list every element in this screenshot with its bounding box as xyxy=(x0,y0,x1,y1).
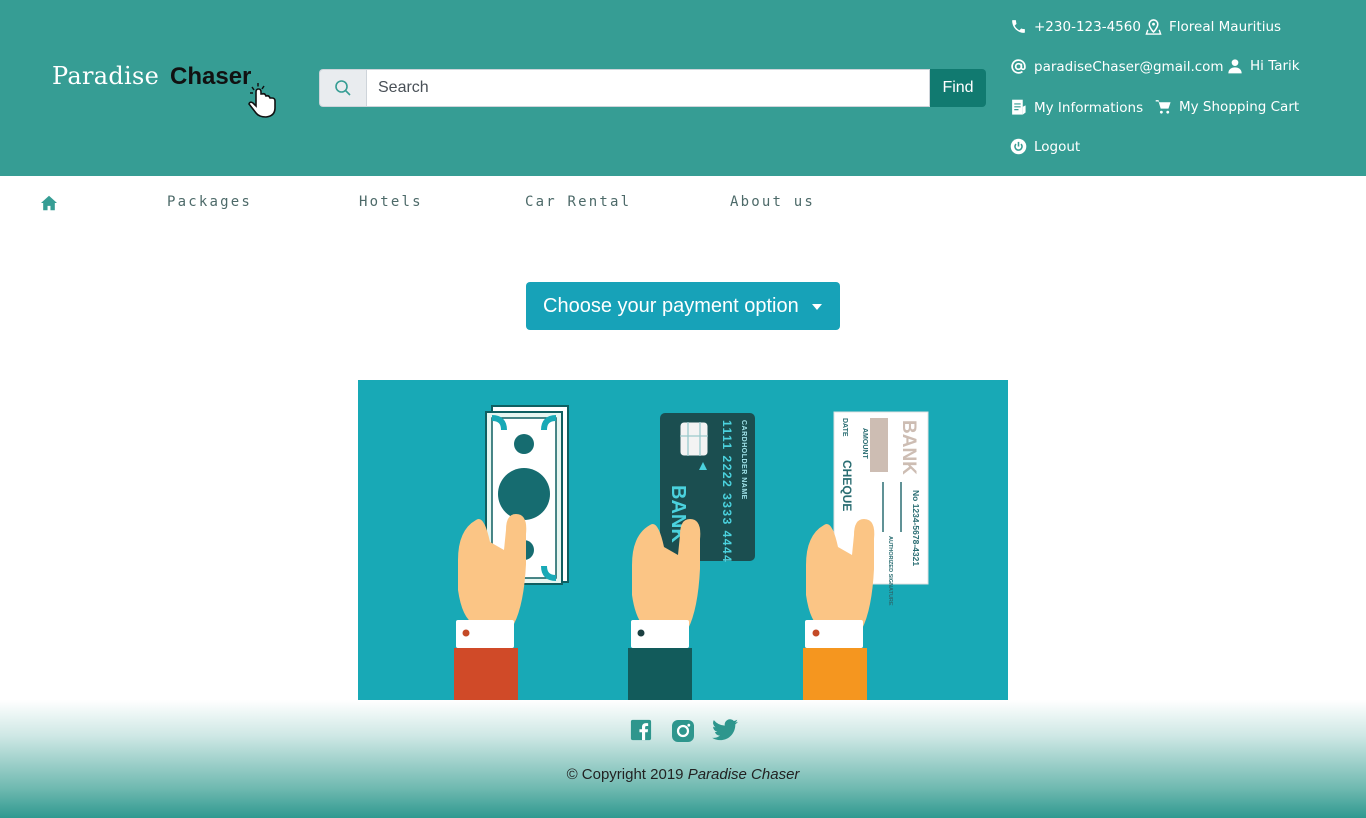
my-informations-text: My Informations xyxy=(1034,99,1144,116)
payment-methods-illustration: 1111 2222 3333 4444 CARDHOLDER NAME BANK… xyxy=(358,380,1008,700)
cheque-title: CHEQUE xyxy=(840,460,854,511)
document-icon xyxy=(1012,99,1026,115)
shopping-cart-link[interactable]: My Shopping Cart xyxy=(1155,98,1299,115)
shopping-cart-text: My Shopping Cart xyxy=(1179,98,1300,115)
search-icon xyxy=(319,69,366,107)
phone-info: +230-123-4560 xyxy=(1010,18,1141,35)
twitter-icon[interactable] xyxy=(712,719,738,741)
payment-option-dropdown[interactable]: Choose your payment option xyxy=(526,282,840,330)
copyright: © Copyright 2019 Paradise Chaser xyxy=(0,766,1366,783)
cheque-date: DATE xyxy=(841,418,848,437)
map-pin-icon xyxy=(1145,19,1162,35)
location-text: Floreal Mauritius xyxy=(1169,19,1282,35)
user-greeting[interactable]: Hi Tarik xyxy=(1227,58,1300,74)
logout-link[interactable]: Logout xyxy=(1010,138,1080,155)
email-info[interactable]: paradiseChaser@gmail.com xyxy=(1010,58,1224,75)
cheque-signature: AUTHORIZED SIGNATURE xyxy=(887,536,893,606)
pointer-hand-icon xyxy=(248,83,276,118)
facebook-icon[interactable] xyxy=(630,719,652,741)
footer: © Copyright 2019 Paradise Chaser xyxy=(0,700,1366,818)
user-icon xyxy=(1228,59,1242,74)
phone-text: +230-123-4560 xyxy=(1034,18,1141,35)
caret-down-icon xyxy=(812,304,822,310)
copyright-prefix: © Copyright 2019 xyxy=(566,766,684,783)
location-info: Floreal Mauritius xyxy=(1145,18,1281,36)
nav-packages[interactable]: Packages xyxy=(167,194,252,210)
nav-car-rental[interactable]: Car Rental xyxy=(525,194,631,210)
cart-icon xyxy=(1155,100,1171,114)
logo[interactable]: Paradise Chaser xyxy=(52,62,292,120)
greeting-text: Hi Tarik xyxy=(1250,58,1300,74)
card-holder: CARDHOLDER NAME xyxy=(740,420,747,500)
email-text: paradiseChaser@gmail.com xyxy=(1034,58,1224,75)
search-bar: Find xyxy=(319,69,986,107)
card-number: 1111 2222 3333 4444 xyxy=(720,420,734,563)
search-input[interactable] xyxy=(366,69,930,107)
copyright-name: Paradise Chaser xyxy=(687,766,800,783)
cheque-amount: AMOUNT xyxy=(861,428,868,459)
instagram-icon[interactable] xyxy=(671,719,695,743)
nav-about-us[interactable]: About us xyxy=(730,194,815,210)
at-sign-icon xyxy=(1011,59,1026,74)
find-button[interactable]: Find xyxy=(930,69,986,107)
cheque-number: No 1234-5678-4321 xyxy=(911,490,921,566)
logo-text-chaser: Chaser xyxy=(170,63,252,90)
logout-text: Logout xyxy=(1034,138,1081,155)
phone-icon xyxy=(1012,20,1025,33)
my-informations-link[interactable]: My Informations xyxy=(1010,98,1143,117)
payment-dropdown-label: Choose your payment option xyxy=(543,294,799,317)
logo-text-paradise: Paradise xyxy=(52,62,160,90)
cheque-bank: BANK xyxy=(898,420,919,475)
credit-card-icon: 1111 2222 3333 4444 CARDHOLDER NAME BANK xyxy=(660,413,755,563)
header: Paradise Chaser Find +230-123-4560 Flore… xyxy=(0,0,1366,176)
home-icon[interactable] xyxy=(40,195,58,211)
power-icon xyxy=(1010,138,1027,155)
nav-hotels[interactable]: Hotels xyxy=(359,194,423,210)
main-nav: Packages Hotels Car Rental About us xyxy=(0,190,1366,218)
